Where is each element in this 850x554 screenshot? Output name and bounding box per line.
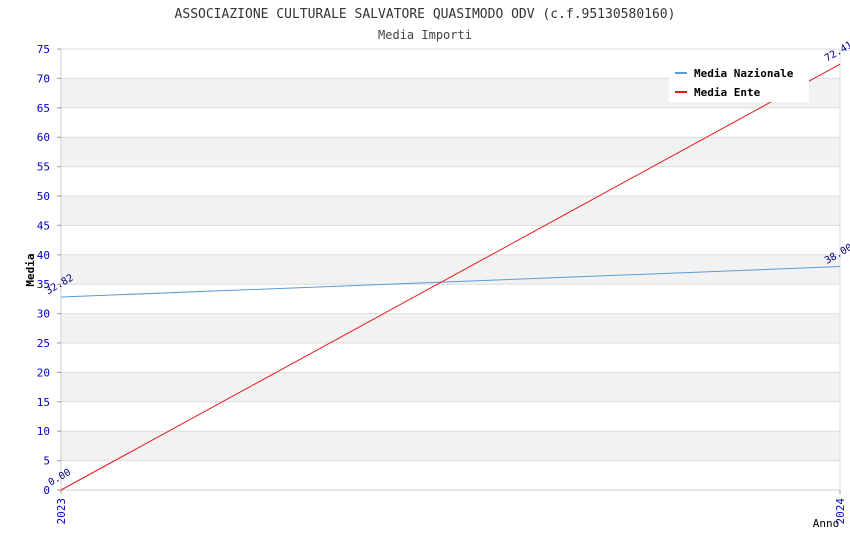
line-chart: 051015202530354045505560657075 2023 2024 … <box>24 7 850 530</box>
y-tick-label: 10 <box>37 425 50 438</box>
y-tick-label: 65 <box>37 102 50 115</box>
chart-legend: Media Nazionale Media Ente <box>669 60 809 102</box>
grid-band <box>61 137 840 167</box>
y-tick-label: 40 <box>37 249 50 262</box>
grid-band <box>61 372 840 402</box>
y-tick-label: 25 <box>37 337 50 350</box>
legend-label: Media Nazionale <box>694 67 794 80</box>
y-tick-label: 55 <box>37 161 50 174</box>
y-tick-label: 20 <box>37 366 50 379</box>
x-axis-ticks: 2023 2024 <box>55 490 847 525</box>
data-label: 72.41 <box>823 40 850 65</box>
y-tick-label: 30 <box>37 308 50 321</box>
y-tick-label: 5 <box>43 455 50 468</box>
grid-band <box>61 254 840 285</box>
chart-subtitle: Media Importi <box>378 28 472 42</box>
y-tick-label: 70 <box>37 72 50 85</box>
y-tick-label: 15 <box>37 396 50 409</box>
background-bands <box>61 78 840 461</box>
chart-title: ASSOCIAZIONE CULTURALE SALVATORE QUASIMO… <box>175 7 676 22</box>
chart-container: 0 5 10 15 20 25 30 35 40 45 50 55 60 65 70 75 2023 2024 … <box>0 0 850 550</box>
data-label: 32.82 <box>44 273 76 298</box>
y-tick-label: 0 <box>43 484 50 497</box>
y-axis-ticks: 051015202530354045505560657075 <box>37 43 61 497</box>
grid-band <box>61 431 840 461</box>
grid-band <box>61 313 840 343</box>
x-tick-label: 2023 <box>55 498 68 525</box>
y-tick-label: 45 <box>37 219 50 232</box>
grid-band <box>61 196 840 226</box>
y-tick-label: 75 <box>37 43 50 56</box>
x-axis-title: Anno <box>813 517 840 530</box>
y-axis-title: Media <box>24 253 37 286</box>
y-tick-label: 60 <box>37 131 50 144</box>
y-tick-label: 50 <box>37 190 50 203</box>
legend-label: Media Ente <box>694 86 761 99</box>
